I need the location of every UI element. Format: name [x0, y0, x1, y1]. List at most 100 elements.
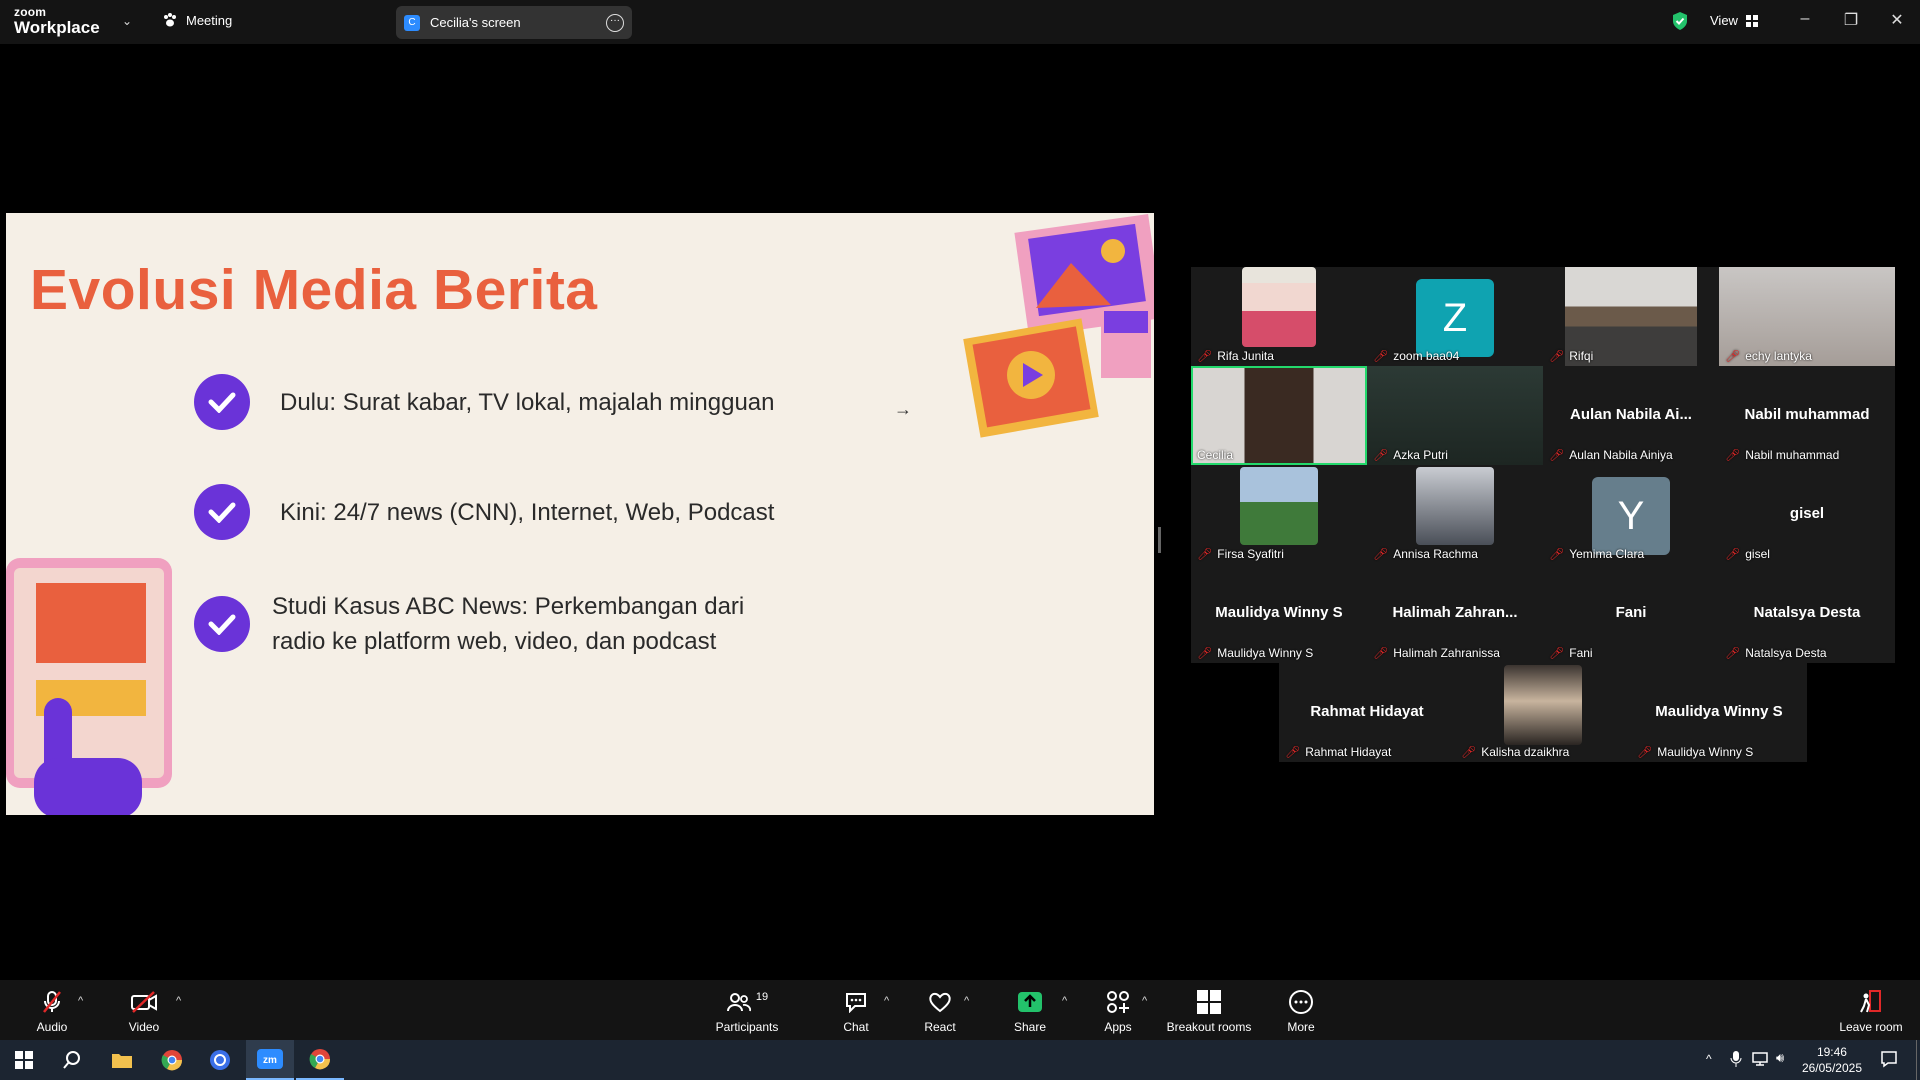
- shield-check-icon[interactable]: [1671, 11, 1689, 31]
- minimize-icon[interactable]: –: [1794, 10, 1816, 28]
- participant-tile-name: Halimah Zahran...: [1392, 604, 1518, 621]
- muted-mic-icon: 🎤︎: [1373, 646, 1389, 660]
- participant-name-label: 🎤︎ Halimah Zahranissa: [1373, 646, 1500, 660]
- check-icon: [194, 374, 250, 430]
- restore-icon[interactable]: ❐: [1840, 10, 1862, 30]
- file-explorer-icon[interactable]: [98, 1040, 146, 1080]
- share-options-caret-icon[interactable]: ^: [1062, 995, 1067, 1007]
- meeting-label: Meeting: [186, 12, 233, 28]
- tray-chevron-up-icon[interactable]: ^: [1706, 1052, 1712, 1066]
- bullet-text: Dulu: Surat kabar, TV lokal, majalah min…: [280, 388, 775, 416]
- participant-tile[interactable]: Rahmat Hidayat 🎤︎ Rahmat Hidayat: [1279, 663, 1455, 762]
- participant-tile[interactable]: Y 🎤︎ Yemima Clara: [1543, 465, 1719, 564]
- muted-mic-icon: 🎤︎: [1549, 448, 1565, 462]
- participant-tile-name: Maulidya Winny S: [1655, 703, 1783, 720]
- participant-tile[interactable]: Nabil muhammad 🎤︎ Nabil muhammad: [1719, 366, 1895, 465]
- muted-mic-icon: 🎤︎: [1197, 646, 1213, 660]
- chrome-window-icon[interactable]: [296, 1040, 344, 1080]
- participant-tile-name: Natalsya Desta: [1753, 604, 1861, 621]
- more-options-icon[interactable]: ···: [606, 13, 624, 32]
- edge-app-icon[interactable]: [196, 1040, 244, 1080]
- title-bar: zoom Workplace ⌄ Meeting C Cecilia's scr…: [0, 0, 1920, 44]
- brand-bottom-text: Workplace: [14, 18, 100, 37]
- participant-tile[interactable]: 🎤︎ echy lantyka: [1719, 267, 1895, 366]
- participant-tile[interactable]: Z 🎤︎ zoom baa04: [1367, 267, 1543, 366]
- zoom-window: zoom Workplace ⌄ Meeting C Cecilia's scr…: [0, 0, 1920, 1080]
- share-button[interactable]: Share: [1012, 990, 1048, 1034]
- participants-icon: [726, 993, 751, 1012]
- participant-video: [1240, 467, 1318, 545]
- participant-tile[interactable]: 🎤︎ Rifa Junita: [1191, 267, 1367, 366]
- slide-bullet: Studi Kasus ABC News: Perkembangan dari …: [194, 589, 772, 659]
- video-label: Video: [128, 1020, 160, 1034]
- search-icon[interactable]: [48, 1040, 96, 1080]
- zoom-workplace-logo[interactable]: zoom Workplace: [14, 6, 100, 36]
- audio-label: Audio: [36, 1020, 68, 1034]
- bullet-text: Kini: 24/7 news (CNN), Internet, Web, Po…: [280, 498, 775, 526]
- participant-tile-name: Fani: [1615, 604, 1647, 621]
- system-clock[interactable]: 19:46 26/05/2025: [1802, 1044, 1862, 1076]
- participant-tile[interactable]: gisel 🎤︎ gisel: [1719, 465, 1895, 564]
- participant-tile[interactable]: 🎤︎ Kalisha dzaikhra: [1455, 663, 1631, 762]
- close-icon[interactable]: ✕: [1886, 10, 1908, 30]
- video-button[interactable]: Video: [122, 990, 166, 1034]
- chat-options-caret-icon[interactable]: ^: [884, 995, 889, 1007]
- participants-button[interactable]: 19 Participants: [712, 990, 782, 1034]
- arrow-right-icon: →: [894, 399, 912, 419]
- muted-mic-icon: 🎤︎: [1373, 547, 1389, 561]
- participant-tile[interactable]: 🎤︎ Rifqi: [1543, 267, 1719, 366]
- participant-name-label: 🎤︎ Rahmat Hidayat: [1285, 745, 1392, 759]
- muted-mic-icon: 🎤︎: [1197, 349, 1213, 363]
- participant-tile[interactable]: Fani 🎤︎ Fani: [1543, 564, 1719, 663]
- participant-tile-name: Maulidya Winny S: [1215, 604, 1343, 621]
- participant-name-label: 🎤︎ gisel: [1725, 547, 1770, 561]
- muted-mic-icon: 🎤︎: [1197, 547, 1213, 561]
- meeting-menu-button[interactable]: Meeting: [162, 12, 232, 28]
- volume-icon[interactable]: 🔊︎: [1776, 1050, 1784, 1066]
- participant-video: [1504, 665, 1582, 745]
- participant-tile-active-speaker[interactable]: Cecilia: [1191, 366, 1367, 465]
- participant-tile[interactable]: Halimah Zahran... 🎤︎ Halimah Zahranissa: [1367, 564, 1543, 663]
- apps-options-caret-icon[interactable]: ^: [1142, 995, 1147, 1007]
- check-icon: [194, 484, 250, 540]
- network-icon[interactable]: [1752, 1051, 1770, 1072]
- muted-mic-icon: 🎤︎: [1725, 448, 1741, 462]
- chrome-icon[interactable]: [148, 1040, 196, 1080]
- audio-options-caret-icon[interactable]: ^: [78, 995, 83, 1007]
- participant-tile-name: Rahmat Hidayat: [1310, 703, 1424, 720]
- more-label: More: [1287, 1020, 1315, 1034]
- participant-tile-name: gisel: [1789, 505, 1825, 522]
- zoom-app-icon[interactable]: zm: [246, 1040, 294, 1080]
- react-options-caret-icon[interactable]: ^: [964, 995, 969, 1007]
- participant-tile[interactable]: 🎤︎ Azka Putri: [1367, 366, 1543, 465]
- shared-screen-title: Cecilia's screen: [430, 15, 521, 30]
- participant-avatar: Y: [1592, 477, 1670, 555]
- microphone-tray-icon[interactable]: [1730, 1050, 1742, 1073]
- share-screen-icon: [1018, 992, 1042, 1012]
- notification-icon[interactable]: [1880, 1050, 1898, 1073]
- apps-button[interactable]: Apps: [1102, 990, 1134, 1034]
- more-button[interactable]: More: [1284, 990, 1318, 1034]
- participant-tile[interactable]: 🎤︎ Annisa Rachma: [1367, 465, 1543, 564]
- audio-button[interactable]: Audio: [30, 990, 74, 1034]
- show-desktop-button[interactable]: [1916, 1040, 1920, 1080]
- participant-tile[interactable]: Maulidya Winny S 🎤︎ Maulidya Winny S: [1631, 663, 1807, 762]
- participant-tile[interactable]: Maulidya Winny S 🎤︎ Maulidya Winny S: [1191, 564, 1367, 663]
- participant-tile[interactable]: Aulan Nabila Ai... 🎤︎ Aulan Nabila Ainiya: [1543, 366, 1719, 465]
- clock-time: 19:46: [1816, 1045, 1847, 1059]
- view-button[interactable]: View: [1710, 13, 1758, 28]
- breakout-rooms-button[interactable]: Breakout rooms: [1164, 990, 1254, 1034]
- splitter-handle[interactable]: [1158, 527, 1161, 553]
- chat-button[interactable]: Chat: [838, 990, 874, 1034]
- participant-tile[interactable]: 🎤︎ Firsa Syafitri: [1191, 465, 1367, 564]
- windows-start-icon[interactable]: [0, 1040, 48, 1080]
- video-options-caret-icon[interactable]: ^: [176, 995, 181, 1007]
- participant-tile[interactable]: Natalsya Desta 🎤︎ Natalsya Desta: [1719, 564, 1895, 663]
- react-button[interactable]: React: [920, 990, 960, 1034]
- leave-room-button[interactable]: Leave room: [1836, 990, 1906, 1034]
- apps-icon: [1107, 991, 1129, 1013]
- participant-name-label: 🎤︎ Rifqi: [1549, 349, 1594, 363]
- video-off-icon: [131, 991, 157, 1013]
- shared-screen-indicator[interactable]: C Cecilia's screen ···: [396, 6, 632, 39]
- chevron-down-icon[interactable]: ⌄: [122, 14, 132, 28]
